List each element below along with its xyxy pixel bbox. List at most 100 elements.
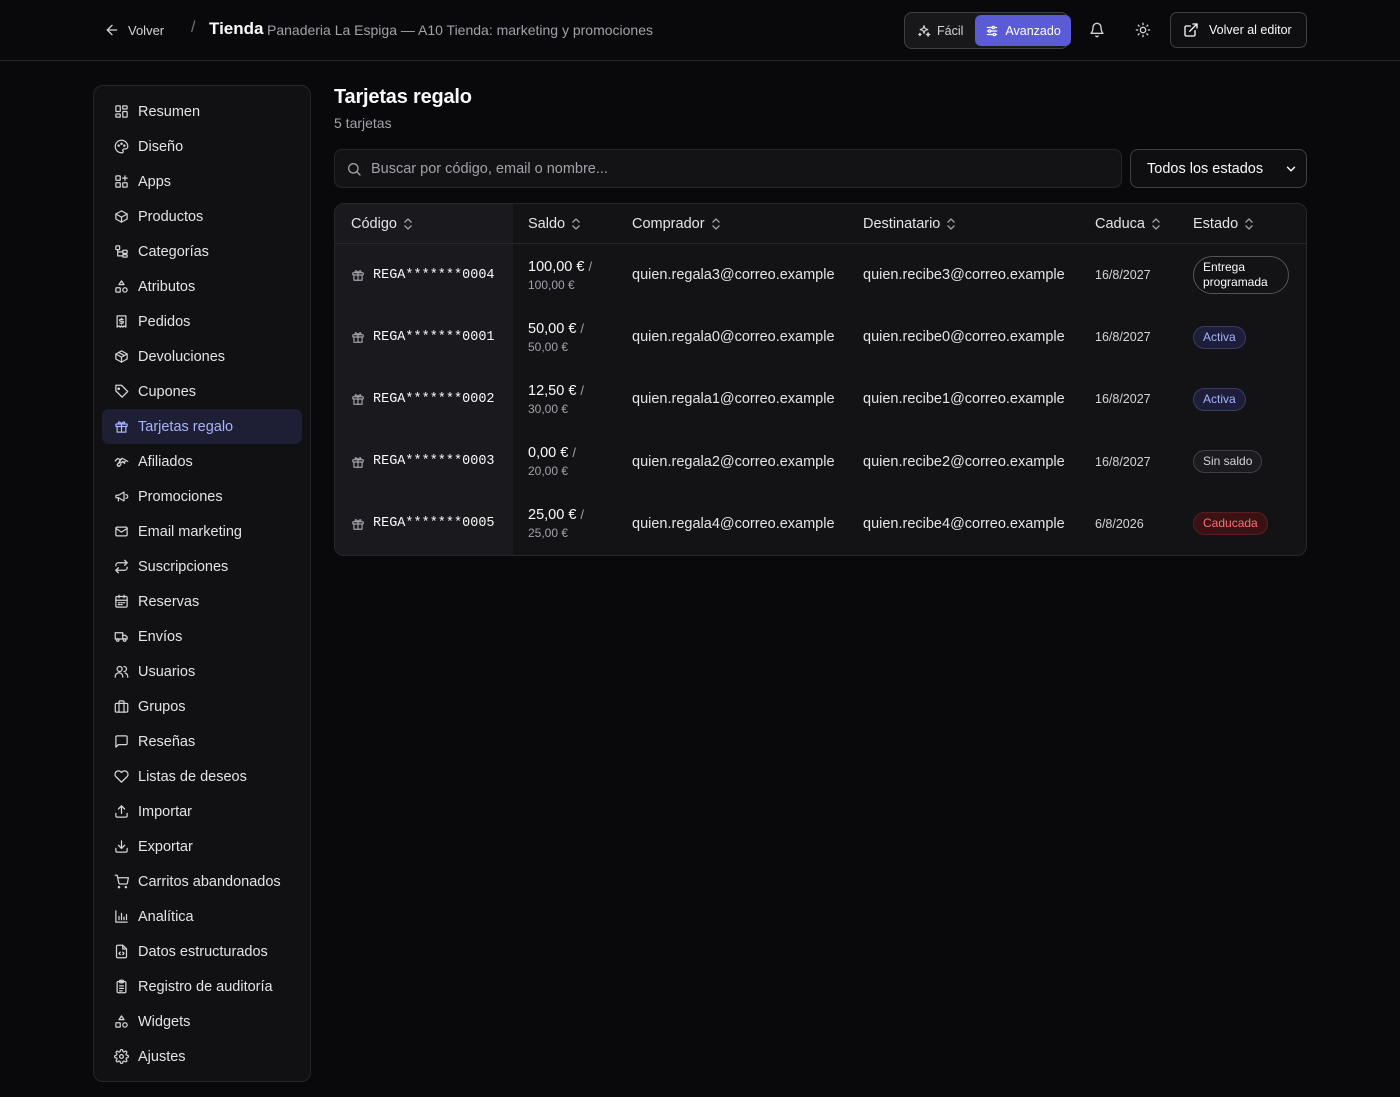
expiry-date: 16/8/2027 — [1095, 268, 1151, 282]
sidebar-item-datos-estructurados[interactable]: Datos estructurados — [102, 934, 302, 969]
sidebar-item-grupos[interactable]: Grupos — [102, 689, 302, 724]
recipient-email: quien.recibe4@correo.example — [863, 515, 1065, 532]
sort-icon — [572, 218, 580, 230]
sidebar-item-exportar[interactable]: Exportar — [102, 829, 302, 864]
column-header-buyer[interactable]: Comprador — [632, 204, 721, 244]
sidebar-item-registro-de-auditor-a[interactable]: Registro de auditoría — [102, 969, 302, 1004]
sidebar-item-label: Grupos — [138, 698, 186, 715]
recipient-email: quien.recibe0@correo.example — [863, 329, 1065, 346]
table-row[interactable]: REGA*******0004 100,00 €/100,00 € quien.re… — [335, 244, 1306, 306]
sidebar-item-resumen[interactable]: Resumen — [102, 94, 302, 129]
table-row[interactable]: REGA*******0005 25,00 €/25,00 € quien.rega… — [335, 493, 1306, 555]
balance-cell: 25,00 €/25,00 € — [528, 493, 584, 555]
column-header-recipient[interactable]: Destinatario — [863, 204, 956, 244]
sidebar-item-promociones[interactable]: Promociones — [102, 479, 302, 514]
balance-value: 50,00 € — [528, 320, 577, 337]
balance-current: 25,00 € / — [528, 507, 584, 523]
table-row[interactable]: REGA*******0002 12,50 €/ 30,00 € quien.rega… — [335, 368, 1306, 430]
buyer-email: quien.regala4@correo.example — [632, 515, 835, 532]
balance-current: 0,00 € / — [528, 445, 576, 461]
sidebar-item-label: Listas de deseos — [138, 768, 247, 785]
sidebar-item-usuarios[interactable]: Usuarios — [102, 654, 302, 689]
search-input[interactable] — [371, 160, 1091, 177]
balance-value: 25,00 € — [528, 507, 577, 524]
gift-card-code: REGA*******0004 — [351, 244, 495, 306]
megaphone-icon — [115, 491, 129, 502]
column-header-status[interactable]: Estado — [1193, 204, 1254, 244]
upload-icon — [115, 805, 128, 818]
sidebar-item-suscripciones[interactable]: Suscripciones — [102, 549, 302, 584]
sidebar-item-label: Categorías — [138, 243, 209, 260]
sidebar-item-productos[interactable]: Productos — [102, 199, 302, 234]
truck-icon — [114, 632, 128, 642]
balance-total: 50,00 € — [528, 339, 569, 354]
balance-value: 100,00 € — [528, 258, 585, 275]
sidebar-item-env-os[interactable]: Envíos — [102, 619, 302, 654]
message-square-icon — [115, 735, 128, 748]
sidebar-item-devoluciones[interactable]: Devoluciones — [102, 339, 302, 374]
gift-icon — [352, 270, 364, 281]
back-to-editor-button[interactable]: Volver al editor — [1170, 12, 1307, 48]
sidebar-item-afiliados[interactable]: Afiliados — [102, 444, 302, 479]
sidebar-item-ajustes[interactable]: Ajustes — [102, 1039, 302, 1074]
sidebar-item-apps[interactable]: Apps — [102, 164, 302, 199]
balance-cell: 0,00 €/20,00 € — [528, 431, 576, 493]
theme-toggle-button[interactable] — [1132, 19, 1154, 41]
buyer-email: quien.regala0@correo.example — [632, 329, 835, 346]
table-row[interactable]: REGA*******0003 0,00 €/20,00 € quien.regal… — [335, 431, 1306, 493]
back-to-editor-label: Volver al editor — [1209, 23, 1292, 37]
recipient-email: quien.recibe2@correo.example — [863, 453, 1065, 470]
balance-separator: / — [580, 382, 585, 398]
column-header-label: Código — [351, 216, 397, 232]
status-filter-value: Todos los estados — [1147, 160, 1264, 177]
gift-icon — [352, 518, 364, 530]
sidebar-item-label: Cupones — [138, 383, 197, 400]
table-row[interactable]: REGA*******0001 50,00 €/50,00 € quien.rega… — [335, 306, 1306, 368]
sort-icon — [947, 218, 956, 230]
top-bar: Volver / Tienda Panaderia La Espiga — A1… — [0, 0, 1400, 61]
apps-icon — [115, 175, 128, 188]
recipient-email: quien.recibe3@correo.example — [863, 267, 1065, 283]
sidebar-item-label: Reseñas — [138, 733, 196, 750]
sort-icon — [404, 218, 412, 230]
sidebar-item-cupones[interactable]: Cupones — [102, 374, 302, 409]
sidebar-item-reservas[interactable]: Reservas — [102, 584, 302, 619]
sidebar-item-widgets[interactable]: Widgets — [102, 1004, 302, 1039]
sidebar-item-importar[interactable]: Importar — [102, 794, 302, 829]
sidebar-item-label: Usuarios — [138, 663, 196, 680]
sidebar-item-listas-de-deseos[interactable]: Listas de deseos — [102, 759, 302, 794]
sidebar-item-pedidos[interactable]: Pedidos — [102, 304, 302, 339]
sidebar-item-label: Envíos — [138, 628, 183, 645]
users-icon — [114, 665, 129, 678]
sort-icon — [711, 218, 720, 230]
column-header-balance[interactable]: Saldo — [528, 204, 581, 244]
repeat-icon — [115, 559, 128, 574]
mode-advanced-button[interactable]: Avanzado — [975, 15, 1071, 46]
bell-icon — [1090, 22, 1104, 38]
sidebar-item-label: Widgets — [138, 1013, 191, 1030]
sidebar-item-categor-as[interactable]: Categorías — [102, 234, 302, 269]
status-badge: Sin saldo — [1193, 450, 1263, 474]
mode-easy-button[interactable]: Fácil — [907, 15, 973, 46]
back-button[interactable]: Volver — [104, 19, 164, 41]
buyer-email: quien.regala3@correo.example — [632, 267, 835, 283]
sidebar-item-label: Diseño — [138, 138, 184, 155]
sidebar-item-tarjetas-regalo[interactable]: Tarjetas regalo — [102, 409, 302, 444]
column-header-expires[interactable]: Caduca — [1095, 204, 1161, 244]
back-label: Volver — [128, 22, 165, 38]
sidebar-item-carritos-abandonados[interactable]: Carritos abandonados — [102, 864, 302, 899]
package-icon — [115, 210, 128, 223]
sidebar-item-dise-o[interactable]: Diseño — [102, 129, 302, 164]
bar-chart-icon — [115, 910, 128, 923]
balance-separator: / — [588, 258, 593, 274]
notifications-button[interactable] — [1086, 19, 1108, 41]
column-header-code[interactable]: Código — [351, 204, 413, 244]
sidebar-item-rese-as[interactable]: Reseñas — [102, 724, 302, 759]
expiry-date: 6/8/2026 — [1095, 516, 1144, 531]
sidebar-item-anal-tica[interactable]: Analítica — [102, 899, 302, 934]
briefcase-icon — [114, 700, 129, 713]
sidebar-item-email-marketing[interactable]: Email marketing — [102, 514, 302, 549]
sidebar-item-atributos[interactable]: Atributos — [102, 269, 302, 304]
status-filter-select[interactable]: Todos los estados — [1130, 149, 1307, 188]
breadcrumb-separator: / — [191, 19, 196, 36]
